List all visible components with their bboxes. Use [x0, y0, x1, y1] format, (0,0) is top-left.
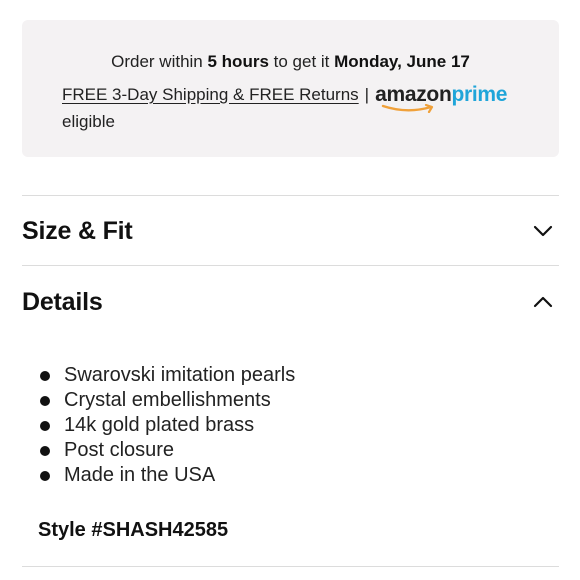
detail-text: 14k gold plated brass: [64, 414, 255, 436]
separator: |: [364, 85, 370, 104]
style-number: Style #SHASH42585: [38, 519, 229, 541]
delivery-date: Monday, June 17: [334, 52, 470, 71]
delivery-middle: to get it: [273, 52, 330, 71]
delivery-hours: 5 hours: [207, 52, 269, 71]
detail-text: Made in the USA: [64, 464, 216, 486]
details-title: Details: [22, 287, 103, 316]
divider: [22, 195, 559, 196]
list-item: 14k gold plated brass: [40, 413, 295, 438]
detail-text: Swarovski imitation pearls: [64, 364, 296, 386]
delivery-prefix: Order within: [111, 52, 203, 71]
list-item: Crystal embellishments: [40, 388, 295, 413]
amazon-prime-logo: amazon prime: [375, 82, 508, 113]
detail-text: Crystal embellishments: [64, 389, 271, 411]
list-item: Made in the USA: [40, 463, 295, 488]
delivery-info-card: Order within 5 hours to get it Monday, J…: [22, 20, 559, 157]
chevron-up-icon: [533, 296, 553, 308]
divider: [22, 566, 559, 567]
bullet-icon: [40, 445, 50, 456]
amazon-smile-icon: [381, 104, 434, 113]
details-list: Swarovski imitation pearls Crystal embel…: [40, 363, 295, 488]
delivery-estimate: Order within 5 hours to get it Monday, J…: [62, 50, 559, 74]
prime-eligible-text: eligible: [62, 112, 115, 131]
size-fit-title: Size & Fit: [22, 216, 133, 245]
details-accordion-header[interactable]: Details: [22, 274, 559, 330]
detail-text: Post closure: [64, 439, 175, 461]
product-info-panel: Order within 5 hours to get it Monday, J…: [0, 0, 580, 580]
bullet-icon: [40, 370, 50, 381]
list-item: Post closure: [40, 438, 295, 463]
shipping-row: FREE 3-Day Shipping & FREE Returns | ama…: [62, 82, 559, 113]
bullet-icon: [40, 470, 50, 481]
bullet-icon: [40, 395, 50, 406]
size-fit-accordion-header[interactable]: Size & Fit: [22, 203, 559, 259]
chevron-down-icon: [533, 225, 553, 237]
free-shipping-link[interactable]: FREE 3-Day Shipping & FREE Returns: [62, 82, 359, 108]
bullet-icon: [40, 420, 50, 431]
divider: [22, 265, 559, 266]
list-item: Swarovski imitation pearls: [40, 363, 295, 388]
prime-logo-text: prime: [451, 83, 508, 106]
